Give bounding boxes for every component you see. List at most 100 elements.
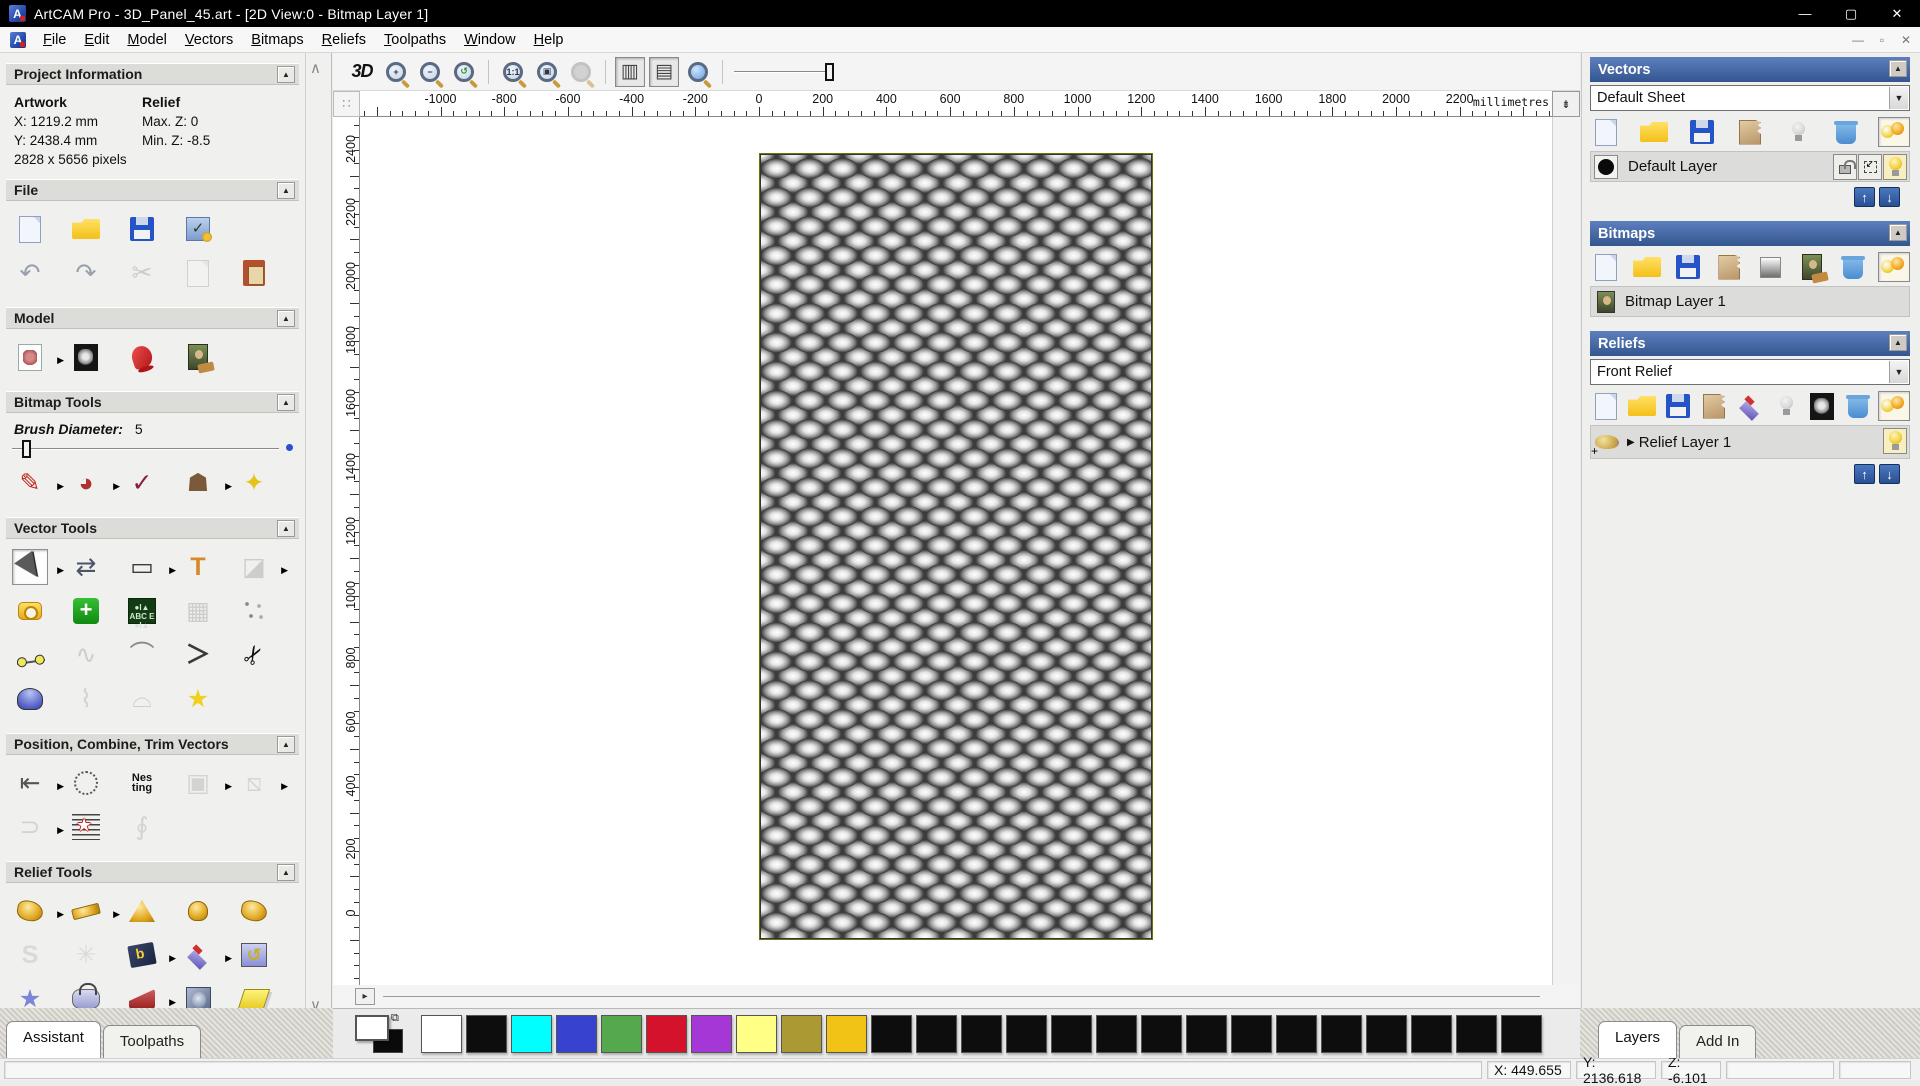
collapse-button[interactable]: ▲ <box>1889 224 1907 241</box>
add-base-icon[interactable] <box>68 893 104 929</box>
erase-vectors-icon[interactable]: ◪ <box>236 549 272 585</box>
smooth-relief-icon[interactable] <box>124 893 160 929</box>
paint-brush-icon[interactable]: ✎ <box>12 465 48 501</box>
vector-sheet-dropdown[interactable]: Default Sheet ▼ <box>1590 85 1910 111</box>
drawing-canvas[interactable] <box>360 117 1552 985</box>
collapse-button[interactable]: ▲ <box>277 310 295 327</box>
relief-dropdown[interactable]: Front Relief ▼ <box>1590 359 1910 385</box>
menu-reliefs[interactable]: Reliefs <box>313 29 375 51</box>
collapse-button[interactable]: ▲ <box>1889 60 1907 77</box>
invert-relief-icon[interactable]: ↺ <box>236 937 272 973</box>
create-star-icon[interactable]: ★ <box>180 681 216 717</box>
mdi-minimize-button[interactable]: — <box>1850 33 1866 47</box>
flyout-arrow-icon[interactable]: ▶ <box>281 781 288 792</box>
select-vectors-icon[interactable] <box>12 549 48 585</box>
colour-swatch-0[interactable] <box>421 1015 462 1053</box>
menu-model[interactable]: Model <box>118 29 176 51</box>
save-model-icon[interactable] <box>124 211 160 247</box>
link-colours-icon[interactable]: ⧉ <box>391 1012 399 1025</box>
move-layer-up-button[interactable]: ↑ <box>1854 464 1875 484</box>
colour-swatch-18[interactable] <box>1231 1015 1272 1053</box>
clear-bitmap-layer-icon[interactable] <box>1755 252 1787 282</box>
colour-swatch-14[interactable] <box>1051 1015 1092 1053</box>
zoom-one-to-one-icon[interactable]: 1:1 <box>498 57 528 87</box>
colour-swatch-6[interactable] <box>691 1015 732 1053</box>
brush-slider-handle[interactable] <box>22 440 31 458</box>
flyout-arrow-icon[interactable]: ▶ <box>225 781 232 792</box>
canvas-horizontal-scrollbar[interactable]: ▸ <box>333 985 1580 1008</box>
open-bitmap-layer-icon[interactable] <box>1631 252 1663 282</box>
flyout-arrow-icon[interactable]: ▶ <box>113 481 120 492</box>
preview-relief-icon[interactable] <box>683 57 713 87</box>
expand-layer-icon[interactable]: ▶ <box>1627 437 1635 448</box>
measure-icon[interactable] <box>12 593 48 629</box>
create-rectangle-icon[interactable]: ▭ <box>124 549 160 585</box>
collapse-button[interactable]: ▲ <box>277 864 295 881</box>
flood-fill-icon[interactable]: ◕ <box>68 465 104 501</box>
paste-along-curve-icon[interactable] <box>236 593 272 629</box>
paste-icon[interactable] <box>236 255 272 291</box>
undo-icon[interactable]: ↶ <box>12 255 48 291</box>
colour-swatch-13[interactable] <box>1006 1015 1047 1053</box>
weave-wizard-icon[interactable]: ✳ <box>68 937 104 973</box>
mdi-restore-button[interactable]: ▫ <box>1874 33 1890 47</box>
flyout-arrow-icon[interactable]: ▶ <box>113 909 120 920</box>
layer-visibility-icon[interactable] <box>1782 117 1814 147</box>
tab-layers[interactable]: Layers <box>1598 1021 1678 1058</box>
colour-swatch-22[interactable] <box>1411 1015 1452 1053</box>
move-layer-down-button[interactable]: ↓ <box>1879 464 1900 484</box>
delete-relief-layer-icon[interactable] <box>1842 391 1874 421</box>
move-layer-up-button[interactable]: ↑ <box>1854 187 1875 207</box>
menu-toolpaths[interactable]: Toolpaths <box>375 29 455 51</box>
relief-visibility-icon[interactable] <box>1770 391 1802 421</box>
create-arc-icon[interactable]: ⌓ <box>124 681 160 717</box>
menu-edit[interactable]: Edit <box>75 29 118 51</box>
toggle-3d-view-button[interactable]: 3D <box>347 57 377 87</box>
menu-vectors[interactable]: Vectors <box>176 29 242 51</box>
collapse-button[interactable]: ▲ <box>277 736 295 753</box>
merge-bitmap-layers-icon[interactable] <box>1713 252 1745 282</box>
greyscale-relief-icon[interactable] <box>1806 391 1838 421</box>
tab-toolpaths[interactable]: Toolpaths <box>102 1025 202 1058</box>
open-vector-layer-icon[interactable] <box>1638 117 1670 147</box>
flyout-arrow-icon[interactable]: ▶ <box>281 565 288 576</box>
merge-relief-layers-icon[interactable] <box>1698 391 1730 421</box>
zoom-out-icon[interactable]: − <box>415 57 445 87</box>
snap-layer-button[interactable] <box>1858 154 1882 180</box>
join-vectors-icon[interactable]: ⊃ <box>12 809 48 845</box>
dropdown-arrow-icon[interactable]: ▼ <box>1889 361 1908 383</box>
colour-swatch-17[interactable] <box>1186 1015 1227 1053</box>
flyout-arrow-icon[interactable]: ▶ <box>225 481 232 492</box>
colour-swatch-19[interactable] <box>1276 1015 1317 1053</box>
flyout-arrow-icon[interactable]: ▶ <box>169 997 176 1008</box>
zoom-previous-icon[interactable]: ↺ <box>449 57 479 87</box>
zoom-in-icon[interactable]: + <box>381 57 411 87</box>
assistant-scrollbar[interactable]: ∧ ∨ <box>306 53 332 1020</box>
transform-vectors-icon[interactable]: ⇄ <box>68 549 104 585</box>
mdi-close-button[interactable]: ✕ <box>1898 33 1914 47</box>
save-vector-layer-icon[interactable] <box>1686 117 1718 147</box>
flyout-arrow-icon[interactable]: ▶ <box>57 355 64 366</box>
fit-curve-icon[interactable]: ⌒ <box>124 637 160 673</box>
group-vectors-icon[interactable]: ▣ <box>180 765 216 801</box>
tab-assistant[interactable]: Assistant <box>6 1021 101 1058</box>
align-vectors-icon[interactable]: ⇤ <box>12 765 48 801</box>
menu-bitmaps[interactable]: Bitmaps <box>242 29 312 51</box>
close-button[interactable]: ✕ <box>1874 0 1920 27</box>
colour-swatch-7[interactable] <box>736 1015 777 1053</box>
menu-window[interactable]: Window <box>455 29 525 51</box>
flyout-arrow-icon[interactable]: ▶ <box>57 781 64 792</box>
cut-vector-icon[interactable]: ✂ <box>236 637 272 673</box>
envelope-distort-icon[interactable]: ▦ <box>180 593 216 629</box>
set-model-size-icon[interactable] <box>12 339 48 375</box>
collapse-button[interactable]: ▲ <box>277 520 295 537</box>
colour-swatch-2[interactable] <box>511 1015 552 1053</box>
smooth-polyline-icon[interactable]: ⌇ <box>68 681 104 717</box>
zoom-selection-icon[interactable] <box>566 57 596 87</box>
delete-bitmap-layer-icon[interactable] <box>1837 252 1869 282</box>
load-relief-image-icon[interactable] <box>180 339 216 375</box>
create-polyline-icon[interactable]: + <box>68 593 104 629</box>
relief-layer-row[interactable]: ▶ Relief Layer 1 <box>1590 425 1910 459</box>
colour-swatch-15[interactable] <box>1096 1015 1137 1053</box>
relief-light-button[interactable] <box>1883 428 1907 454</box>
